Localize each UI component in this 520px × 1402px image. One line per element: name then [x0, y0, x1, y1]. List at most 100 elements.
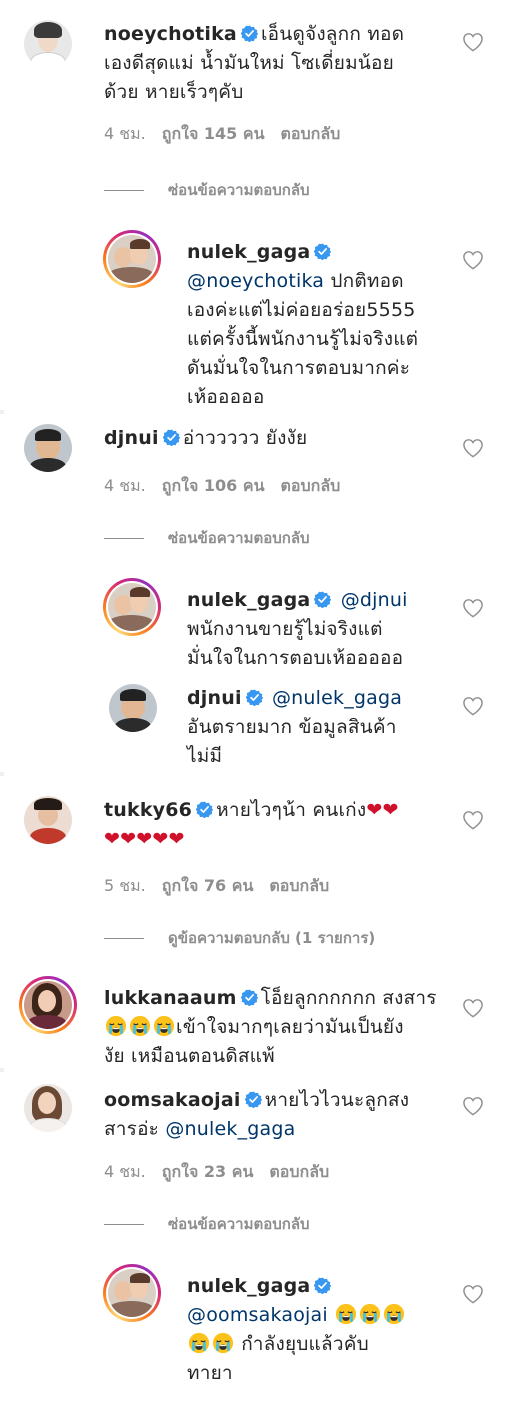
verified-badge-icon [196, 801, 213, 818]
comment-line-1: โอ็ยลูกกกกกก สงสาร [260, 987, 437, 1009]
username[interactable]: noeychotika [104, 23, 237, 45]
verified-badge-icon [314, 591, 331, 608]
reply-nulek_gaga: nulek_gaga @oomsakaojai กำลังยุบแล้วคับ … [0, 1264, 520, 1394]
mention-link[interactable]: @oomsakaojai [187, 1304, 328, 1326]
avatar[interactable] [24, 796, 72, 844]
heart-outline-icon[interactable] [462, 438, 484, 458]
comment-meta: 4 ชม. ถูกใจ 145 คน ตอบกลับ [104, 124, 356, 144]
comment-line-2: เองดีสุดแม่ น้ำมันใหม่ โซเดี่ยมน้อย [104, 52, 394, 74]
toggle-replies-button[interactable]: ดูข้อความตอบกลับ (1 รายการ) [104, 928, 375, 948]
username[interactable]: djnui [104, 427, 159, 449]
story-ring[interactable] [103, 578, 161, 636]
comment-line-3: งัย เหมือนตอนดิสแพ้ [104, 1045, 275, 1067]
username[interactable]: djnui [187, 687, 242, 709]
avatar [108, 583, 156, 631]
comment-line-4: ดันมั่นใจในการตอบมากค่ะ [187, 357, 411, 379]
comment-line-1: เอ็นดูจังลูกก ทอด [260, 23, 405, 45]
username[interactable]: tukky66 [104, 799, 192, 821]
loudly-crying-face-emoji [383, 1303, 405, 1325]
verified-badge-icon [241, 25, 258, 42]
likes-count[interactable]: ถูกใจ 76 คน [162, 876, 254, 895]
comment-lukkanaaum: lukkanaaum โอ็ยลูกกกกกก สงสาร เข้าใจมากๆเ… [0, 976, 520, 1076]
comment-oomsakaojai: oomsakaojai หายไวไวนะลูกสง สารอ่ะ @nulek_… [0, 1082, 520, 1252]
heart-outline-icon[interactable] [462, 696, 484, 716]
toggle-replies-button[interactable]: ซ่อนข้อความตอบกลับ [104, 180, 310, 200]
story-ring[interactable] [19, 976, 77, 1034]
username[interactable]: oomsakaojai [104, 1089, 241, 1111]
heart-outline-icon[interactable] [462, 32, 484, 52]
mention-link[interactable]: @djnui [341, 589, 408, 611]
comment-line-2: ทายา [187, 1362, 233, 1384]
heart-outline-icon[interactable] [462, 998, 484, 1018]
username[interactable]: lukkanaaum [104, 987, 237, 1009]
reply-nulek_gaga: nulek_gaga @djnui พนักงานขายรู้ไม่จริงแต… [0, 578, 520, 669]
avatar[interactable] [109, 684, 157, 732]
mention-link[interactable]: @noeychotika [187, 270, 324, 292]
avatar[interactable] [24, 424, 72, 472]
red-heart-emoji: ❤ [168, 828, 185, 850]
loudly-crying-face-emoji [105, 1015, 127, 1037]
likes-count[interactable]: ถูกใจ 23 คน [162, 1162, 254, 1181]
comment-line-1: อันตรายมาก ข้อมูลสินค้า [187, 716, 397, 738]
reply-button[interactable]: ตอบกลับ [269, 876, 329, 895]
comment-tukky66: tukky66 หายไวๆน้า คนเก่ง❤❤ ❤❤❤❤❤ 5 ชม. ถูก… [0, 792, 520, 952]
comment-line-2: เองค่ะแต่ไม่ค่อยอร่อย5555 [187, 299, 416, 321]
comment-text: tukky66 หายไวๆน้า คนเก่ง❤❤ ❤❤❤❤❤ [104, 796, 444, 854]
divider [0, 1068, 4, 1072]
mention-link[interactable]: @nulek_gaga [272, 687, 402, 709]
username[interactable]: nulek_gaga [187, 241, 310, 263]
comment-line-2: สารอ่ะ [104, 1118, 160, 1140]
comment-meta: 4 ชม. ถูกใจ 23 คน ตอบกลับ [104, 1162, 345, 1182]
comment-line-1: กำลังยุบแล้วคับ [241, 1333, 369, 1355]
verified-badge-icon [246, 689, 263, 706]
comment-line-3: แต่ครั้งนี้พนักงานรู้ไม่จริงแต่ [187, 328, 419, 350]
divider-line [104, 938, 144, 939]
comment-line-5: เห้อออออ [187, 386, 265, 408]
loudly-crying-face-emoji [153, 1015, 175, 1037]
heart-outline-icon[interactable] [462, 1284, 484, 1304]
avatar[interactable] [24, 1084, 72, 1132]
comment-text: noeychotika เอ็นดูจังลูกก ทอด เองดีสุดแม่… [104, 20, 434, 107]
heart-outline-icon[interactable] [462, 598, 484, 618]
comment-text: djnui อ่าววววว ยังงัย [104, 424, 434, 453]
timestamp: 4 ชม. [104, 1162, 146, 1181]
comment-text: nulek_gaga @oomsakaojai กำลังยุบแล้วคับ … [187, 1272, 449, 1388]
mention-link[interactable]: @nulek_gaga [165, 1118, 295, 1140]
divider [0, 772, 4, 776]
reply-button[interactable]: ตอบกลับ [269, 1162, 329, 1181]
comment-meta: 5 ชม. ถูกใจ 76 คน ตอบกลับ [104, 876, 345, 896]
red-heart-emoji: ❤ [382, 799, 399, 821]
likes-count[interactable]: ถูกใจ 106 คน [162, 476, 265, 495]
verified-badge-icon [314, 1277, 331, 1294]
comment-line-2: ไม่มี [187, 745, 223, 767]
heart-outline-icon[interactable] [462, 1096, 484, 1116]
comment-line-2: เข้าใจมากๆเลยว่ามันเป็นยัง [176, 1016, 404, 1038]
heart-outline-icon[interactable] [462, 810, 484, 830]
loudly-crying-face-emoji [212, 1332, 234, 1354]
reply-nulek_gaga: nulek_gaga @noeychotika ปกติทอด เองค่ะแต… [0, 226, 520, 416]
comment-line-2: มั่นใจในการตอบเห้อออออ [187, 647, 404, 669]
loudly-crying-face-emoji [129, 1015, 151, 1037]
divider-line [104, 538, 144, 539]
verified-badge-icon [163, 429, 180, 446]
divider [0, 410, 4, 414]
toggle-replies-button[interactable]: ซ่อนข้อความตอบกลับ [104, 1214, 310, 1234]
story-ring[interactable] [103, 230, 161, 288]
avatar[interactable] [24, 20, 72, 68]
reply-djnui: djnui @nulek_gaga อันตรายมาก ข้อมูลสินค้… [0, 680, 520, 780]
story-ring[interactable] [103, 1264, 161, 1322]
red-heart-emoji: ❤ [120, 828, 137, 850]
reply-button[interactable]: ตอบกลับ [281, 476, 341, 495]
likes-count[interactable]: ถูกใจ 145 คน [162, 124, 265, 143]
comment-text: lukkanaaum โอ็ยลูกกกกกก สงสาร เข้าใจมากๆเ… [104, 984, 444, 1071]
username[interactable]: nulek_gaga [187, 589, 310, 611]
comment-text: nulek_gaga @noeychotika ปกติทอด เองค่ะแต… [187, 238, 449, 412]
comment-line-3: ด้วย หายเร็วๆคับ [104, 81, 244, 103]
red-heart-emoji: ❤ [152, 828, 169, 850]
timestamp: 4 ชม. [104, 476, 146, 495]
username[interactable]: nulek_gaga [187, 1275, 310, 1297]
reply-button[interactable]: ตอบกลับ [281, 124, 341, 143]
toggle-replies-button[interactable]: ซ่อนข้อความตอบกลับ [104, 528, 310, 548]
comment-line-1: พนักงานขายรู้ไม่จริงแต่ [187, 618, 383, 640]
heart-outline-icon[interactable] [462, 250, 484, 270]
